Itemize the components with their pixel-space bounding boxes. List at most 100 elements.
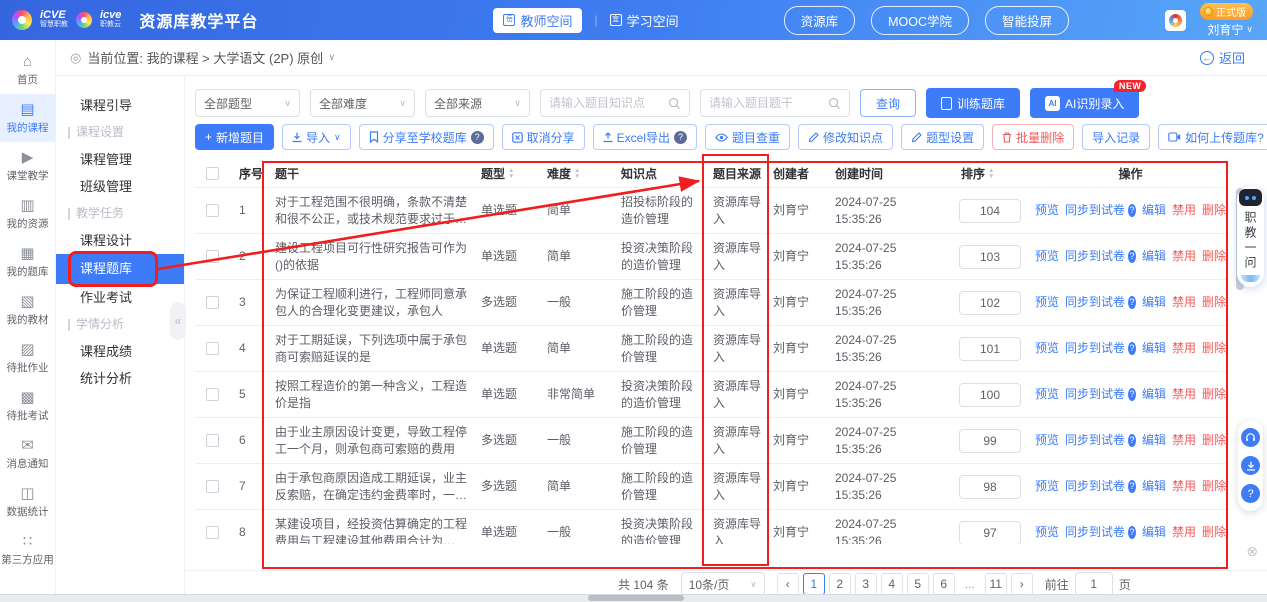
row-checkbox[interactable] [206, 434, 219, 447]
edit-link[interactable]: 编辑 [1142, 524, 1166, 541]
help-circle-icon[interactable]: ? [471, 131, 484, 144]
sync-to-paper-link[interactable]: 同步到试卷 [1065, 340, 1125, 357]
sidebar-item-my-resources[interactable]: ▥ 我的资源 [0, 190, 55, 238]
resource-library-link[interactable]: 资源库 [784, 6, 856, 35]
row-checkbox[interactable] [206, 388, 219, 401]
sort-carets-icon[interactable]: ▲▼ [508, 168, 514, 179]
sidebar-item-third-party-apps[interactable]: ∷ 第三方应用 [0, 526, 55, 574]
teacher-space-tab[interactable]: 岳 教师空间 [493, 8, 582, 33]
search-button[interactable]: 查询 [860, 89, 916, 117]
sort-input[interactable] [959, 429, 1021, 453]
help-circle-icon[interactable]: ? [674, 131, 687, 144]
disable-link[interactable]: 禁用 [1172, 432, 1196, 449]
question-type-setting-button[interactable]: 题型设置 [901, 124, 984, 150]
submenu-item-homework-exam[interactable]: 作业考试 [56, 284, 184, 311]
edit-link[interactable]: 编辑 [1142, 202, 1166, 219]
help-circle-icon[interactable]: ? [1128, 204, 1136, 217]
delete-link[interactable]: 删除 [1202, 202, 1226, 219]
stem-search-input[interactable] [709, 96, 824, 110]
sort-input[interactable] [959, 521, 1021, 545]
row-checkbox[interactable] [206, 342, 219, 355]
sidebar-item-pending-exams[interactable]: ▩ 待批考试 [0, 382, 55, 430]
edit-link[interactable]: 编辑 [1142, 386, 1166, 403]
share-to-school-bank-button[interactable]: 分享至学校题库 ? [359, 124, 494, 150]
cancel-share-button[interactable]: 取消分享 [502, 124, 585, 150]
sort-carets-icon[interactable]: ▲▼ [574, 168, 580, 179]
mooc-academy-link[interactable]: MOOC学院 [871, 6, 969, 35]
prev-page-button[interactable]: ‹ [777, 573, 799, 594]
submenu-item-statistical-analysis[interactable]: 统计分析 [56, 365, 184, 392]
add-question-button[interactable]: +新增题目 [195, 124, 274, 150]
sync-to-paper-link[interactable]: 同步到试卷 [1065, 524, 1125, 541]
delete-link[interactable]: 删除 [1202, 524, 1226, 541]
preview-link[interactable]: 预览 [1035, 294, 1059, 311]
preview-link[interactable]: 预览 [1035, 386, 1059, 403]
help-circle-icon[interactable]: ? [1128, 296, 1136, 309]
sidebar-item-my-textbooks[interactable]: ▧ 我的教材 [0, 286, 55, 334]
row-checkbox[interactable] [206, 480, 219, 493]
submenu-item-course-management[interactable]: 课程管理 [56, 146, 184, 173]
disable-link[interactable]: 禁用 [1172, 340, 1196, 357]
preview-link[interactable]: 预览 [1035, 524, 1059, 541]
learning-space-tab[interactable]: 宜 学习空间 [610, 11, 679, 30]
sync-to-paper-link[interactable]: 同步到试卷 [1065, 202, 1125, 219]
preview-link[interactable]: 预览 [1035, 202, 1059, 219]
submenu-item-course-grades[interactable]: 课程成绩 [56, 338, 184, 365]
edit-link[interactable]: 编辑 [1142, 478, 1166, 495]
row-checkbox[interactable] [206, 204, 219, 217]
disable-link[interactable]: 禁用 [1172, 386, 1196, 403]
help-circle-icon[interactable]: ? [1128, 526, 1136, 539]
smart-cast-link[interactable]: 智能投屏 [985, 6, 1069, 35]
select-all-checkbox[interactable] [206, 167, 219, 180]
preview-link[interactable]: 预览 [1035, 340, 1059, 357]
chevron-down-icon[interactable]: ∨ [328, 52, 335, 63]
edit-link[interactable]: 编辑 [1142, 340, 1166, 357]
sidebar-item-my-question-bank[interactable]: ▦ 我的题库 [0, 238, 55, 286]
download-button[interactable] [1241, 456, 1260, 475]
submenu-item-course-design[interactable]: 课程设计 [56, 227, 184, 254]
delete-link[interactable]: 删除 [1202, 340, 1226, 357]
preview-link[interactable]: 预览 [1035, 478, 1059, 495]
page-button-3[interactable]: 3 [855, 573, 877, 594]
delete-link[interactable]: 删除 [1202, 386, 1226, 403]
edit-link[interactable]: 编辑 [1142, 248, 1166, 265]
preview-link[interactable]: 预览 [1035, 432, 1059, 449]
sort-input[interactable] [959, 383, 1021, 407]
page-button-11[interactable]: 11 [985, 573, 1007, 594]
duplicate-check-button[interactable]: 题目查重 [705, 124, 790, 150]
page-button-6[interactable]: 6 [933, 573, 955, 594]
sync-to-paper-link[interactable]: 同步到试卷 [1065, 386, 1125, 403]
sort-carets-icon[interactable]: ▲▼ [988, 168, 994, 179]
sync-to-paper-link[interactable]: 同步到试卷 [1065, 294, 1125, 311]
batch-delete-button[interactable]: 批量删除 [992, 124, 1074, 150]
row-checkbox[interactable] [206, 250, 219, 263]
row-checkbox[interactable] [206, 296, 219, 309]
sidebar-item-data-statistics[interactable]: ◫ 数据统计 [0, 478, 55, 526]
question-type-select[interactable]: 全部题型 ∨ [195, 89, 300, 117]
source-select[interactable]: 全部来源 ∨ [425, 89, 530, 117]
help-circle-icon[interactable]: ? [1128, 388, 1136, 401]
excel-export-button[interactable]: Excel导出 ? [593, 124, 697, 150]
sort-input[interactable] [959, 475, 1021, 499]
disable-link[interactable]: 禁用 [1172, 248, 1196, 265]
close-float-icon[interactable]: ⊗ [1246, 543, 1258, 560]
preview-link[interactable]: 预览 [1035, 248, 1059, 265]
row-checkbox[interactable] [206, 526, 219, 539]
page-button-5[interactable]: 5 [907, 573, 929, 594]
sort-input[interactable] [959, 337, 1021, 361]
horizontal-scrollbar-thumb[interactable] [588, 595, 684, 601]
sync-to-paper-link[interactable]: 同步到试卷 [1065, 432, 1125, 449]
ai-recognition-button[interactable]: AI AI识别录入 NEW [1030, 88, 1139, 118]
delete-link[interactable]: 删除 [1202, 478, 1226, 495]
page-button-1[interactable]: 1 [803, 573, 825, 594]
next-page-button[interactable]: › [1011, 573, 1033, 594]
user-menu[interactable]: 刘育宁 ∨ [1207, 21, 1253, 38]
page-button-4[interactable]: 4 [881, 573, 903, 594]
customer-service-button[interactable] [1241, 428, 1260, 447]
train-bank-button[interactable]: 训练题库 [926, 88, 1020, 118]
sidebar-item-pending-homework[interactable]: ▨ 待批作业 [0, 334, 55, 382]
page-ellipsis[interactable]: ... [959, 573, 981, 594]
sidebar-item-classroom-teaching[interactable]: ▶ 课堂教学 [0, 142, 55, 190]
help-circle-icon[interactable]: ? [1128, 250, 1136, 263]
edit-link[interactable]: 编辑 [1142, 294, 1166, 311]
